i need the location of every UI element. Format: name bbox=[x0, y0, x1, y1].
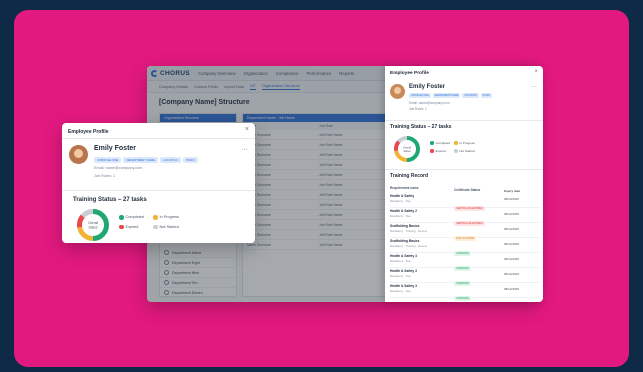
employee-name: Emily Foster bbox=[409, 84, 446, 90]
record-row[interactable]: Health & Safety 3 Mandatory · Due COMPLETE… bbox=[390, 284, 540, 301]
requirement-name: Health & Safety 3 bbox=[390, 269, 417, 273]
job-roles-count: Job Roles: 1 bbox=[409, 107, 427, 111]
donut-label-line: Status bbox=[403, 149, 411, 153]
dot-icon bbox=[430, 141, 434, 145]
record-row[interactable]: Health & Safety 3 Mandatory · Due COMPLETE… bbox=[390, 254, 540, 271]
avatar bbox=[390, 84, 405, 99]
record-row[interactable]: Scaffolding Basics Mandatory · Training ·… bbox=[390, 224, 540, 241]
tag: STAFF bbox=[182, 157, 198, 163]
employee-profile-drawer: Employee Profile × Emily Foster ··· JOB … bbox=[385, 66, 543, 302]
donut-label-line: Overall bbox=[403, 146, 412, 150]
divider bbox=[62, 138, 255, 139]
training-status-title: Training Status – 27 tasks bbox=[73, 197, 147, 203]
status-cell: COMPLETE bbox=[454, 284, 504, 302]
requirement-cell: Health & Safety 3 Mandatory · Due bbox=[390, 284, 454, 293]
dot-icon bbox=[153, 224, 158, 229]
requirement-name: Health & Safety 3 bbox=[390, 254, 417, 258]
requirement-cell: Health & Safety 2 Mandatory · Due bbox=[390, 209, 454, 218]
card-title: Employee Profile bbox=[68, 129, 109, 135]
requirement-cell: Scaffolding Basics Mandatory · Training ·… bbox=[390, 239, 454, 248]
tag-list: JOB ROLE ONE DEPARTMENT NAME LOCATION ST… bbox=[409, 93, 492, 98]
requirement-cell: Scaffolding Basics Mandatory · Training ·… bbox=[390, 224, 454, 233]
legend-in-progress: In Progress bbox=[454, 141, 476, 145]
requirement-name: Health & Safety 2 bbox=[390, 209, 417, 213]
avatar bbox=[69, 145, 88, 164]
drawer-title: Employee Profile bbox=[390, 71, 429, 76]
expiry-date: 08/12/2025 bbox=[504, 272, 520, 276]
tag: LOCATION bbox=[160, 157, 181, 163]
divider bbox=[385, 169, 543, 170]
expiry-date: 08/12/2025 bbox=[504, 197, 520, 201]
dot-icon bbox=[153, 215, 158, 220]
requirement-meta: Mandatory · Due bbox=[390, 214, 411, 218]
close-icon[interactable]: × bbox=[534, 69, 538, 75]
employee-email: Email: name@company.com bbox=[94, 166, 143, 170]
training-status-title: Training Status – 27 tasks bbox=[390, 124, 452, 130]
expiry-date: 08/12/2025 bbox=[504, 227, 520, 231]
record-row[interactable]: Health & Safety Mandatory · Due CERTIFICAT… bbox=[390, 194, 540, 211]
status-badge: COMPLETE bbox=[454, 296, 472, 301]
record-row[interactable]: Scaffolding Basics Mandatory · Training ·… bbox=[390, 239, 540, 256]
legend-in-progress: In Progress bbox=[153, 215, 185, 220]
donut-label-line: Overall bbox=[88, 221, 98, 225]
training-donut: Overall Status bbox=[394, 136, 420, 162]
employee-name: Emily Foster bbox=[94, 145, 137, 152]
legend-expired: Expired bbox=[430, 149, 454, 153]
legend-not-started: Not Started bbox=[454, 149, 476, 153]
legend-completed: Completed bbox=[430, 141, 454, 145]
tag: DEPARTMENT NAME bbox=[123, 157, 159, 163]
requirement-meta: Mandatory · Training · Renew bbox=[390, 244, 427, 248]
job-roles-count: Job Roles: 1 bbox=[94, 174, 116, 178]
dot-icon bbox=[430, 149, 434, 153]
requirement-meta: Mandatory · Due bbox=[390, 289, 411, 293]
tag: DEPARTMENT NAME bbox=[432, 93, 461, 98]
divider bbox=[385, 120, 543, 121]
record-row[interactable]: Health & Safety 2 Mandatory · Due CERTIFIC… bbox=[390, 209, 540, 226]
expiry-date: 08/12/2025 bbox=[504, 242, 520, 246]
tag-list: JOB ROLE ONE DEPARTMENT NAME LOCATION ST… bbox=[94, 157, 198, 163]
requirement-name: Scaffolding Basics bbox=[390, 224, 420, 228]
requirement-meta: Mandatory · Due bbox=[390, 259, 411, 263]
tag: JOB ROLE ONE bbox=[94, 157, 122, 163]
divider bbox=[62, 190, 255, 191]
status-legend: Completed In Progress Expired Not Starte… bbox=[119, 215, 185, 229]
record-row[interactable]: Health & Safety 3 Mandatory · Due COMPLETE… bbox=[390, 269, 540, 286]
training-donut: Overall Status bbox=[77, 209, 109, 241]
requirement-meta: Mandatory · Due bbox=[390, 274, 411, 278]
training-record-title: Training Record bbox=[390, 173, 429, 179]
dot-icon bbox=[454, 141, 458, 145]
requirement-name: Scaffolding Basics bbox=[390, 239, 420, 243]
donut-label-line: Status bbox=[88, 226, 97, 230]
dot-icon bbox=[119, 215, 124, 220]
requirement-cell: Health & Safety 3 Mandatory · Due bbox=[390, 254, 454, 263]
tag: STAFF bbox=[480, 93, 492, 98]
requirement-meta: Mandatory · Training · Renew bbox=[390, 229, 427, 233]
legend-expired: Expired bbox=[119, 224, 153, 229]
requirement-cell: Health & Safety Mandatory · Due bbox=[390, 194, 454, 203]
legend-completed: Completed bbox=[119, 215, 153, 220]
requirement-name: Health & Safety 3 bbox=[390, 284, 417, 288]
expiry-date: 08/12/2025 bbox=[504, 212, 520, 216]
employee-profile-card: Employee Profile × Emily Foster ··· JOB … bbox=[62, 123, 255, 243]
record-table-header: Requirement name Certificate Status Expi… bbox=[390, 186, 521, 193]
more-icon[interactable]: ··· bbox=[531, 84, 537, 90]
employee-email: Email: name@company.com bbox=[409, 101, 450, 105]
dot-icon bbox=[454, 149, 458, 153]
close-icon[interactable]: × bbox=[245, 126, 249, 133]
tag: JOB ROLE ONE bbox=[409, 93, 431, 98]
more-icon[interactable]: ··· bbox=[241, 146, 248, 153]
requirement-cell: Health & Safety 3 Mandatory · Due bbox=[390, 269, 454, 278]
status-legend: Completed In Progress Expired Not Starte… bbox=[430, 141, 476, 153]
dot-icon bbox=[119, 224, 124, 229]
requirement-name: Health & Safety bbox=[390, 194, 415, 198]
legend-not-started: Not Started bbox=[153, 224, 185, 229]
expiry-date: 08/12/2025 bbox=[504, 287, 520, 291]
tag: LOCATION bbox=[462, 93, 479, 98]
expiry-date: 08/12/2025 bbox=[504, 257, 520, 261]
requirement-meta: Mandatory · Due bbox=[390, 199, 411, 203]
